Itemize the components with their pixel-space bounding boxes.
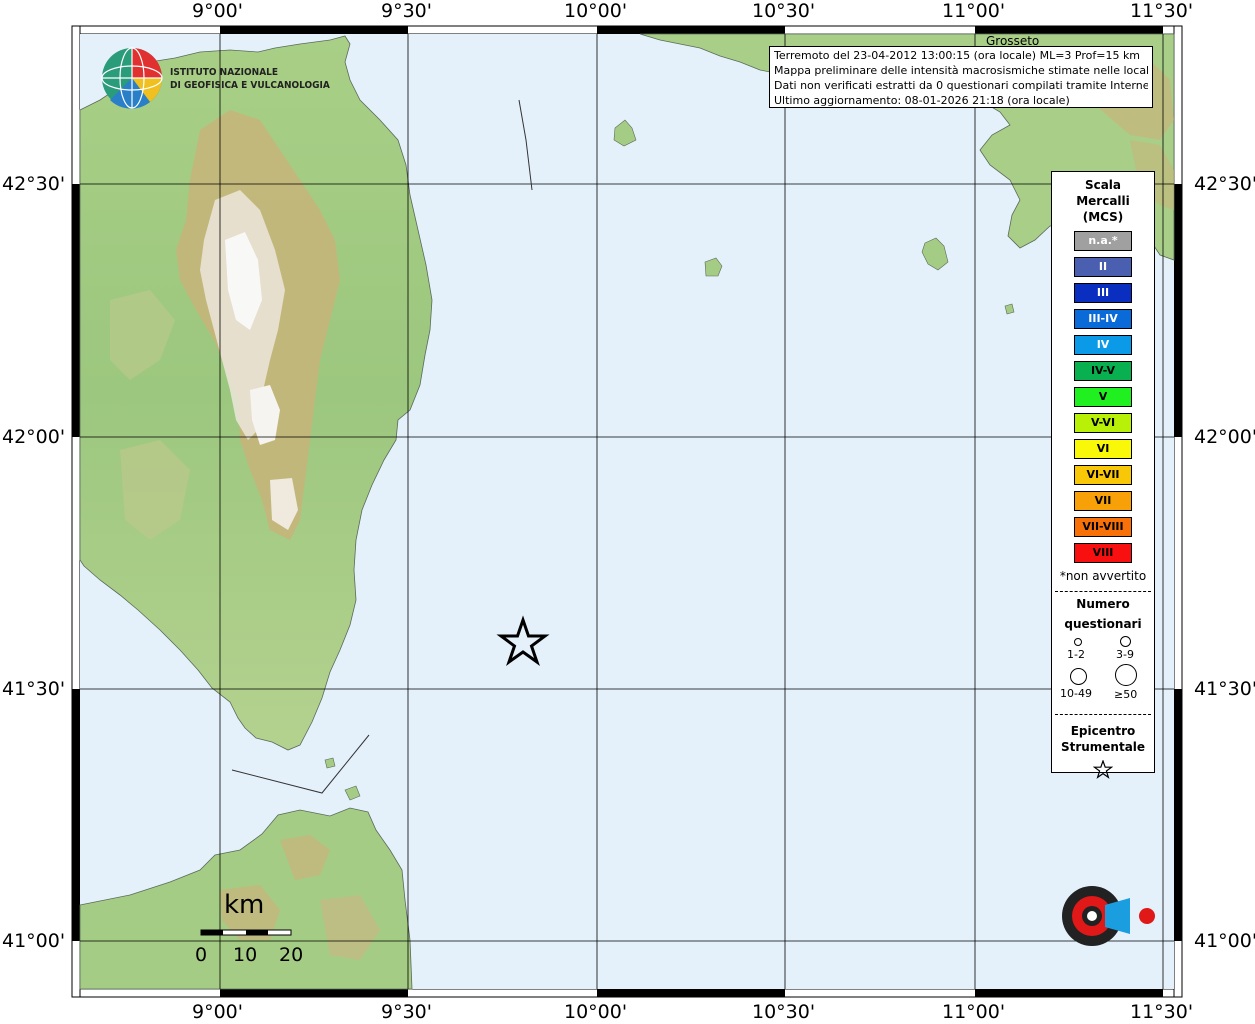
lat-tick-left: 42°30' bbox=[2, 173, 66, 195]
intensity-swatch: n.a.* bbox=[1074, 231, 1132, 251]
event-info-line: Ultimo aggiornamento: 08-01-2026 21:18 (… bbox=[774, 94, 1070, 107]
lat-tick-left: 41°30' bbox=[2, 678, 66, 700]
lon-tick-bottom: 9°30' bbox=[381, 1001, 432, 1023]
lat-tick-left: 42°00' bbox=[2, 426, 66, 448]
lon-tick-top: 11°30' bbox=[1130, 0, 1194, 22]
lat-tick-right: 42°00' bbox=[1194, 426, 1255, 448]
questionnaire-title: Numero questionari bbox=[1052, 594, 1154, 634]
intensity-swatch: IV bbox=[1074, 335, 1132, 355]
lat-tick-left: 41°00' bbox=[2, 930, 66, 952]
event-info-line: Mappa preliminare delle intensità macros… bbox=[774, 64, 1148, 77]
size-label: 10-49 bbox=[1060, 687, 1092, 700]
event-info-line: Terremoto del 23-04-2012 13:00:15 (ora l… bbox=[774, 49, 1141, 62]
scale-bar-tick: 0 bbox=[195, 944, 208, 966]
size-label: 1-2 bbox=[1067, 648, 1085, 661]
epicentre-title-line: Strumentale bbox=[1060, 740, 1146, 754]
scale-bar bbox=[200, 929, 292, 936]
scale-bar-tick: 20 bbox=[279, 944, 304, 966]
size-circle-xlarge bbox=[1115, 664, 1137, 686]
size-circle-medium bbox=[1120, 636, 1131, 647]
event-info-box: Terremoto del 23-04-2012 13:00:15 (ora l… bbox=[769, 46, 1153, 108]
lon-tick-top: 9°00' bbox=[192, 0, 243, 22]
epicentre-title-line: Epicentro bbox=[1070, 724, 1136, 738]
intensity-swatch: V bbox=[1074, 387, 1132, 407]
size-label: 3-9 bbox=[1116, 648, 1134, 661]
lon-tick-top: 10°30' bbox=[752, 0, 816, 22]
legend-title-line: Mercalli bbox=[1076, 194, 1130, 208]
scale-bar-unit: km bbox=[224, 890, 265, 920]
scale-bar-tick: 10 bbox=[233, 944, 258, 966]
legend-title: Scala Mercalli (MCS) bbox=[1052, 177, 1154, 225]
legend-note: *non avvertito bbox=[1059, 569, 1147, 583]
event-info-line: Dati non verificati estratti da 0 questi… bbox=[774, 79, 1148, 92]
lat-tick-right: 41°00' bbox=[1194, 930, 1255, 952]
intensity-swatch: VI bbox=[1074, 439, 1132, 459]
logo-line-1: ISTITUTO NAZIONALE bbox=[170, 67, 279, 78]
size-label: ≥50 bbox=[1114, 688, 1138, 701]
lon-tick-bottom: 11°30' bbox=[1130, 1001, 1194, 1023]
legend-title-line: (MCS) bbox=[1082, 210, 1124, 224]
intensity-swatch: IV-V bbox=[1074, 361, 1132, 381]
lon-tick-bottom: 10°00' bbox=[564, 1001, 628, 1023]
lat-tick-right: 41°30' bbox=[1194, 678, 1255, 700]
legend-divider bbox=[1055, 714, 1151, 715]
lat-tick-right: 42°30' bbox=[1194, 173, 1255, 195]
intensity-scale-list: n.a.* II III III-IV IV IV-V V V-VI VI VI-VII VII VI… bbox=[1052, 231, 1154, 563]
epicentre-title: Epicentro Strumentale bbox=[1052, 723, 1154, 755]
ingv-logo-text: ISTITUTO NAZIONALE DI GEOFISICA E VULCAN… bbox=[170, 66, 330, 92]
intensity-swatch: VII-VIII bbox=[1074, 517, 1132, 537]
lon-tick-bottom: 11°00' bbox=[942, 1001, 1006, 1023]
intensity-swatch: VII bbox=[1074, 491, 1132, 511]
lon-tick-top: 11°00' bbox=[942, 0, 1006, 22]
lon-tick-bottom: 10°30' bbox=[752, 1001, 816, 1023]
questionnaire-sizes: 1-2 3-9 10-49 ≥50 bbox=[1052, 634, 1154, 714]
intensity-swatch: V-VI bbox=[1074, 413, 1132, 433]
lon-tick-bottom: 9°00' bbox=[192, 1001, 243, 1023]
lon-tick-top: 9°30' bbox=[381, 0, 432, 22]
questionnaire-title-line: Numero bbox=[1076, 597, 1130, 611]
legend-title-line: Scala bbox=[1084, 178, 1122, 192]
questionnaire-title-line: questionari bbox=[1064, 617, 1142, 631]
intensity-swatch: III bbox=[1074, 283, 1132, 303]
intensity-swatch: VI-VII bbox=[1074, 465, 1132, 485]
size-circle-small bbox=[1074, 638, 1082, 646]
intensity-swatch: VIII bbox=[1074, 543, 1132, 563]
intensity-swatch: III-IV bbox=[1074, 309, 1132, 329]
intensity-swatch: II bbox=[1074, 257, 1132, 277]
legend-panel: Scala Mercalli (MCS) n.a.* II III III-IV IV I… bbox=[1051, 171, 1155, 779]
size-circle-large bbox=[1070, 668, 1087, 685]
lon-tick-top: 10°00' bbox=[564, 0, 628, 22]
epicentre-star-icon bbox=[1092, 759, 1114, 779]
legend-divider bbox=[1055, 591, 1151, 592]
logo-line-2: DI GEOFISICA E VULCANOLOGIA bbox=[170, 80, 330, 91]
